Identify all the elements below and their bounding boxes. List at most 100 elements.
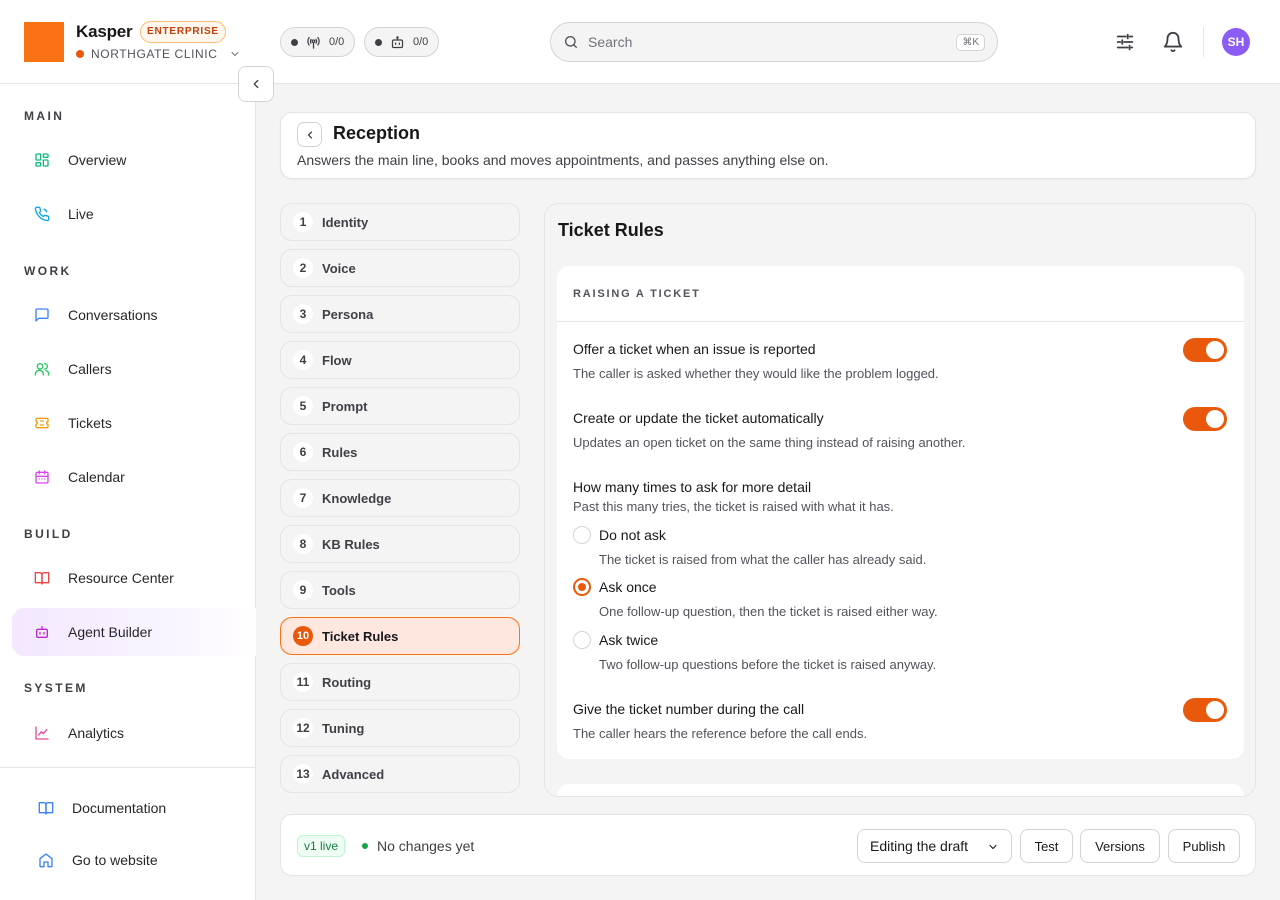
step-advanced[interactable]: 13 Advanced <box>280 755 520 793</box>
radio-label: Ask twice <box>599 632 659 648</box>
sidebar-item-label: Live <box>68 206 94 222</box>
grid-icon <box>35 153 49 167</box>
org-switcher[interactable]: NORTHGATE CLINIC <box>76 47 241 61</box>
step-persona[interactable]: 3 Persona <box>280 295 520 333</box>
auto-ticket-desc: Updates an open ticket on the same thing… <box>573 435 966 450</box>
step-label: Voice <box>322 260 356 276</box>
step-ticket-rules[interactable]: 10 Ticket Rules <box>280 617 520 655</box>
chart-icon <box>35 726 49 740</box>
footer-link-label: Go to website <box>72 852 158 868</box>
step-number: 13 <box>293 764 313 784</box>
calendar-icon <box>35 470 49 484</box>
step-rules[interactable]: 6 Rules <box>280 433 520 471</box>
step-label: Advanced <box>322 766 385 782</box>
step-identity[interactable]: 1 Identity <box>280 203 520 241</box>
ask-detail-desc: Past this many tries, the ticket is rais… <box>573 499 894 514</box>
radio-ask-once[interactable] <box>573 578 591 596</box>
sidebar: MAIN Overview Live WORK Conversations Ca… <box>0 84 256 900</box>
step-prompt[interactable]: 5 Prompt <box>280 387 520 425</box>
step-knowledge[interactable]: 7 Knowledge <box>280 479 520 517</box>
offer-ticket-toggle[interactable] <box>1183 338 1227 362</box>
sidebar-item-conversations[interactable]: Conversations <box>12 291 256 339</box>
sidebar-item-live[interactable]: Live <box>12 190 256 238</box>
brand-logo[interactable] <box>24 22 64 62</box>
sidebar-item-label: Conversations <box>68 307 158 323</box>
sidebar-item-overview[interactable]: Overview <box>12 136 256 184</box>
sidebar-item-agent-builder[interactable]: Agent Builder <box>12 608 256 656</box>
draft-mode-label: Editing the draft <box>870 838 969 854</box>
sidebar-item-tickets[interactable]: Tickets <box>12 399 256 447</box>
agents-pill[interactable]: 0/0 <box>364 27 440 57</box>
step-number: 11 <box>293 672 313 692</box>
sidebar-item-resource-center[interactable]: Resource Center <box>12 554 256 602</box>
offer-ticket-desc: The caller is asked whether they would l… <box>573 366 939 381</box>
panel-title: Ticket Rules <box>558 220 664 240</box>
test-button[interactable]: Test <box>1020 829 1073 863</box>
phone-icon <box>34 206 50 222</box>
search-icon <box>565 36 577 48</box>
step-voice[interactable]: 2 Voice <box>280 249 520 287</box>
sliders-icon[interactable] <box>1114 31 1136 53</box>
next-section-card <box>557 784 1244 796</box>
section-label-main: MAIN <box>24 109 65 123</box>
version-badge: v1 live <box>297 835 346 857</box>
sidebar-item-label: Overview <box>68 152 127 168</box>
publish-button[interactable]: Publish <box>1168 829 1240 863</box>
live-calls-pill[interactable]: 0/0 <box>280 27 356 57</box>
pill-status-dot <box>375 38 382 46</box>
step-label: Ticket Rules <box>322 628 399 644</box>
step-kb-rules[interactable]: 8 KB Rules <box>280 525 520 563</box>
back-button[interactable] <box>297 122 322 147</box>
chevron-down-icon <box>231 52 239 56</box>
publish-bar: v1 live No changes yet Editing the draft… <box>280 814 1256 876</box>
documentation-link[interactable]: Documentation <box>38 800 166 816</box>
draft-mode-select[interactable]: Editing the draft <box>857 829 1012 863</box>
sidebar-item-calendar[interactable]: Calendar <box>12 453 256 501</box>
chevron-left-icon <box>253 79 259 89</box>
radio-desc: The ticket is raised from what the calle… <box>599 552 927 567</box>
radio-ask-twice[interactable] <box>573 631 591 649</box>
step-number: 5 <box>293 396 313 416</box>
step-label: Tuning <box>322 720 365 736</box>
ask-detail-title: How many times to ask for more detail <box>573 479 812 495</box>
step-label: Knowledge <box>322 490 392 506</box>
step-label: Flow <box>322 352 352 368</box>
search-bar[interactable]: Search ⌘K <box>550 22 998 62</box>
bell-icon[interactable] <box>1162 31 1184 53</box>
sidebar-item-label: Agent Builder <box>68 624 153 640</box>
radio-do-not-ask[interactable] <box>573 526 591 544</box>
user-avatar[interactable]: SH <box>1222 28 1250 56</box>
agent-header-card: Reception Answers the main line, books a… <box>280 112 1256 179</box>
collapse-sidebar-button[interactable] <box>238 66 274 102</box>
sidebar-item-label: Analytics <box>68 725 125 741</box>
radio-desc: Two follow-up questions before the ticke… <box>599 657 937 672</box>
header-divider <box>1203 27 1204 57</box>
versions-button[interactable]: Versions <box>1080 829 1160 863</box>
pill-count: 0/0 <box>329 36 345 48</box>
change-status: No changes yet <box>362 838 474 854</box>
ticket-number-desc: The caller hears the reference before th… <box>573 726 868 741</box>
step-tools[interactable]: 9 Tools <box>280 571 520 609</box>
step-label: Persona <box>322 306 374 322</box>
step-number: 10 <box>293 626 313 646</box>
top-header: Kasper ENTERPRISE NORTHGATE CLINIC 0/0 0… <box>0 0 1280 84</box>
step-number: 2 <box>293 258 313 278</box>
ticket-number-toggle[interactable] <box>1183 698 1227 722</box>
sidebar-item-analytics[interactable]: Analytics <box>12 709 256 757</box>
auto-ticket-toggle[interactable] <box>1183 407 1227 431</box>
step-routing[interactable]: 11 Routing <box>280 663 520 701</box>
step-tuning[interactable]: 12 Tuning <box>280 709 520 747</box>
sidebar-item-callers[interactable]: Callers <box>12 345 256 393</box>
section-label-build: BUILD <box>24 527 73 541</box>
sidebar-item-label: Resource Center <box>68 570 174 586</box>
go-to-website-link[interactable]: Go to website <box>38 852 158 868</box>
step-flow[interactable]: 4 Flow <box>280 341 520 379</box>
sidebar-item-label: Callers <box>68 361 112 377</box>
org-status-dot <box>76 50 84 58</box>
radio-label: Ask once <box>599 579 657 595</box>
agent-description: Answers the main line, books and moves a… <box>297 152 829 168</box>
search-input[interactable]: Search <box>588 34 956 50</box>
step-number: 6 <box>293 442 313 462</box>
step-label: KB Rules <box>322 536 380 552</box>
offer-ticket-title: Offer a ticket when an issue is reported <box>573 341 816 357</box>
